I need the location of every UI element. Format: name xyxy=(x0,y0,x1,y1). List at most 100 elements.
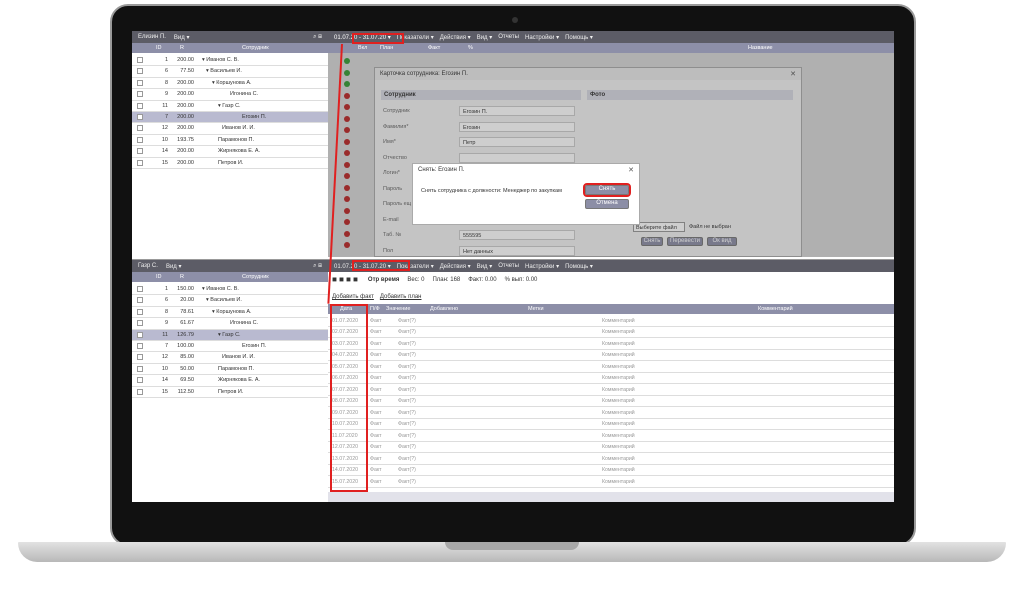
fact-comment[interactable]: Комментарий xyxy=(602,364,635,370)
tree-row[interactable]: 7 100.00 Егозин П. xyxy=(132,341,328,353)
row-checkbox[interactable] xyxy=(137,388,143,395)
tree-row[interactable]: 1 200.00 ▾ Иванов С. В. xyxy=(132,55,328,67)
fact-row[interactable]: 04.07.2020 Факт Факт(?) Комментарий xyxy=(328,350,894,361)
col-value[interactable]: Значение xyxy=(386,306,410,312)
fact-value[interactable]: Факт(?) xyxy=(398,375,416,381)
search-icon[interactable]: ⌕ ⊞ xyxy=(313,34,322,41)
bottom-menu-settings[interactable]: Настройки ▾ xyxy=(525,263,559,270)
row-checkbox[interactable] xyxy=(137,114,143,120)
fact-row[interactable]: 01.07.2020 Факт Факт(?) Комментарий xyxy=(328,315,894,327)
fact-comment[interactable]: Комментарий xyxy=(602,467,635,473)
fact-row[interactable]: 06.07.2020 Факт Факт(?) Комментарий xyxy=(328,373,894,384)
tree-row[interactable]: 14 200.00 Жирнякова Е. А. xyxy=(132,146,328,158)
nav-buttons-icon[interactable]: ◼◼◼◼ xyxy=(332,276,360,283)
row-checkbox[interactable] xyxy=(137,68,143,75)
tree-row[interactable]: 15 112.50 Петров И. xyxy=(132,387,328,398)
col-added[interactable]: Добавлено xyxy=(430,306,458,312)
row-checkbox[interactable] xyxy=(137,377,143,384)
fact-comment[interactable]: Комментарий xyxy=(602,329,635,335)
bottom-col-id[interactable]: ID xyxy=(156,274,162,280)
menu-view[interactable]: Вид ▾ xyxy=(477,34,493,41)
fact-value[interactable]: Факт(?) xyxy=(398,456,416,462)
fact-value[interactable]: Факт(?) xyxy=(398,421,416,427)
tree-row[interactable]: 6 20.00 ▾ Васильев И. xyxy=(132,295,328,307)
row-checkbox[interactable] xyxy=(137,125,143,132)
tree-row[interactable]: 14 69.50 Жирнякова Е. А. xyxy=(132,375,328,387)
tree-row[interactable]: 8 200.00 ▾ Коршунова А. xyxy=(132,78,328,90)
fact-comment[interactable]: Комментарий xyxy=(602,410,635,416)
col-id[interactable]: ID xyxy=(156,45,162,51)
view-menu[interactable]: Вид ▾ xyxy=(174,34,190,41)
fact-row[interactable]: 05.07.2020 Факт Факт(?) Комментарий xyxy=(328,361,894,373)
fact-value[interactable]: Факт(?) xyxy=(398,410,416,416)
row-checkbox[interactable] xyxy=(137,57,143,63)
fact-row[interactable]: 02.07.2020 Факт Факт(?) Комментарий xyxy=(328,327,894,338)
row-checkbox[interactable] xyxy=(137,308,143,315)
row-checkbox[interactable] xyxy=(137,148,143,155)
fact-row[interactable]: 08.07.2020 Факт Факт(?) Комментарий xyxy=(328,396,894,407)
confirm-close-icon[interactable]: ✕ xyxy=(628,166,634,174)
tree-row[interactable]: 6 77.50 ▾ Васильев И. xyxy=(132,66,328,78)
bottom-col-r[interactable]: R xyxy=(180,274,184,280)
tree-row[interactable]: 11 126.79 ▾ Газр С. xyxy=(132,329,328,341)
row-checkbox[interactable] xyxy=(137,297,143,304)
menu-reports[interactable]: Отчеты xyxy=(498,34,519,40)
row-checkbox[interactable] xyxy=(137,102,143,109)
add-plan-link[interactable]: Добавить план xyxy=(380,294,422,300)
tree-row[interactable]: 10 50.00 Парамонов П. xyxy=(132,364,328,376)
fact-row[interactable]: 07.07.2020 Факт Факт(?) Комментарий xyxy=(328,384,894,396)
fact-value[interactable]: Факт(?) xyxy=(398,352,416,358)
fact-row[interactable]: 12.07.2020 Факт Факт(?) Комментарий xyxy=(328,442,894,453)
fact-value[interactable]: Факт(?) xyxy=(398,364,416,370)
tree-row[interactable]: 9 200.00 Игонина С. xyxy=(132,89,328,101)
menu-help[interactable]: Помощь ▾ xyxy=(565,34,593,41)
fact-comment[interactable]: Комментарий xyxy=(602,444,635,450)
bottom-menu-help[interactable]: Помощь ▾ xyxy=(565,263,593,270)
fact-row[interactable]: 14.07.2020 Факт Факт(?) Комментарий xyxy=(328,465,894,476)
fact-row[interactable]: 09.07.2020 Факт Факт(?) Комментарий xyxy=(328,407,894,419)
row-checkbox[interactable] xyxy=(137,331,143,338)
fact-comment[interactable]: Комментарий xyxy=(602,352,635,358)
fact-row[interactable]: 13.07.2020 Факт Факт(?) Комментарий xyxy=(328,453,894,465)
menu-settings[interactable]: Настройки ▾ xyxy=(525,34,559,41)
fact-value[interactable]: Факт(?) xyxy=(398,479,416,485)
fact-value[interactable]: Факт(?) xyxy=(398,444,416,450)
tree-row[interactable]: 12 200.00 Иванов И. И. xyxy=(132,123,328,135)
row-checkbox[interactable] xyxy=(137,320,143,327)
fact-value[interactable]: Факт(?) xyxy=(398,329,416,335)
confirm-cancel-button[interactable]: Отмена xyxy=(585,199,629,209)
fact-value[interactable]: Факт(?) xyxy=(398,318,416,324)
tree-row[interactable]: 12 85.00 Иванов И. И. xyxy=(132,352,328,364)
fact-value[interactable]: Факт(?) xyxy=(398,433,416,439)
bottom-menu-view[interactable]: Вид ▾ xyxy=(477,263,493,270)
bottom-col-employee[interactable]: Сотрудник xyxy=(242,274,269,280)
bottom-view-menu[interactable]: Вид ▾ xyxy=(166,263,182,270)
row-checkbox[interactable] xyxy=(137,286,143,292)
fact-comment[interactable]: Комментарий xyxy=(602,341,635,347)
fact-comment[interactable]: Комментарий xyxy=(602,421,635,427)
tree-row[interactable]: 1 150.00 ▾ Иванов С. В. xyxy=(132,284,328,296)
row-checkbox[interactable] xyxy=(137,91,143,98)
tree-row[interactable]: 8 78.61 ▾ Коршунова А. xyxy=(132,307,328,319)
bottom-menu-reports[interactable]: Отчеты xyxy=(498,263,519,269)
col-comment[interactable]: Комментарий xyxy=(758,306,793,312)
col-employee[interactable]: Сотрудник xyxy=(242,45,269,51)
row-checkbox[interactable] xyxy=(137,354,143,361)
fact-value[interactable]: Факт(?) xyxy=(398,387,416,393)
bottom-search-icon[interactable]: ⌕ ⊞ xyxy=(313,263,322,270)
fact-row[interactable]: 03.07.2020 Факт Факт(?) Комментарий xyxy=(328,338,894,350)
fact-row[interactable]: 10.07.2020 Факт Факт(?) Комментарий xyxy=(328,419,894,430)
add-fact-link[interactable]: Добавить факт xyxy=(332,294,374,300)
col-r[interactable]: R xyxy=(180,45,184,51)
fact-comment[interactable]: Комментарий xyxy=(602,479,635,485)
tree-row[interactable]: 11 200.00 ▾ Газр С. xyxy=(132,101,328,112)
confirm-ok-button[interactable]: Снять xyxy=(583,183,631,197)
row-checkbox[interactable] xyxy=(137,159,143,166)
col-pf[interactable]: П/Ф xyxy=(370,306,380,312)
col-tags[interactable]: Метки xyxy=(528,306,544,312)
fact-comment[interactable]: Комментарий xyxy=(602,318,635,324)
menu-actions[interactable]: Действия ▾ xyxy=(440,34,471,41)
row-checkbox[interactable] xyxy=(137,136,143,143)
fact-value[interactable]: Факт(?) xyxy=(398,341,416,347)
fact-comment[interactable]: Комментарий xyxy=(602,433,635,439)
